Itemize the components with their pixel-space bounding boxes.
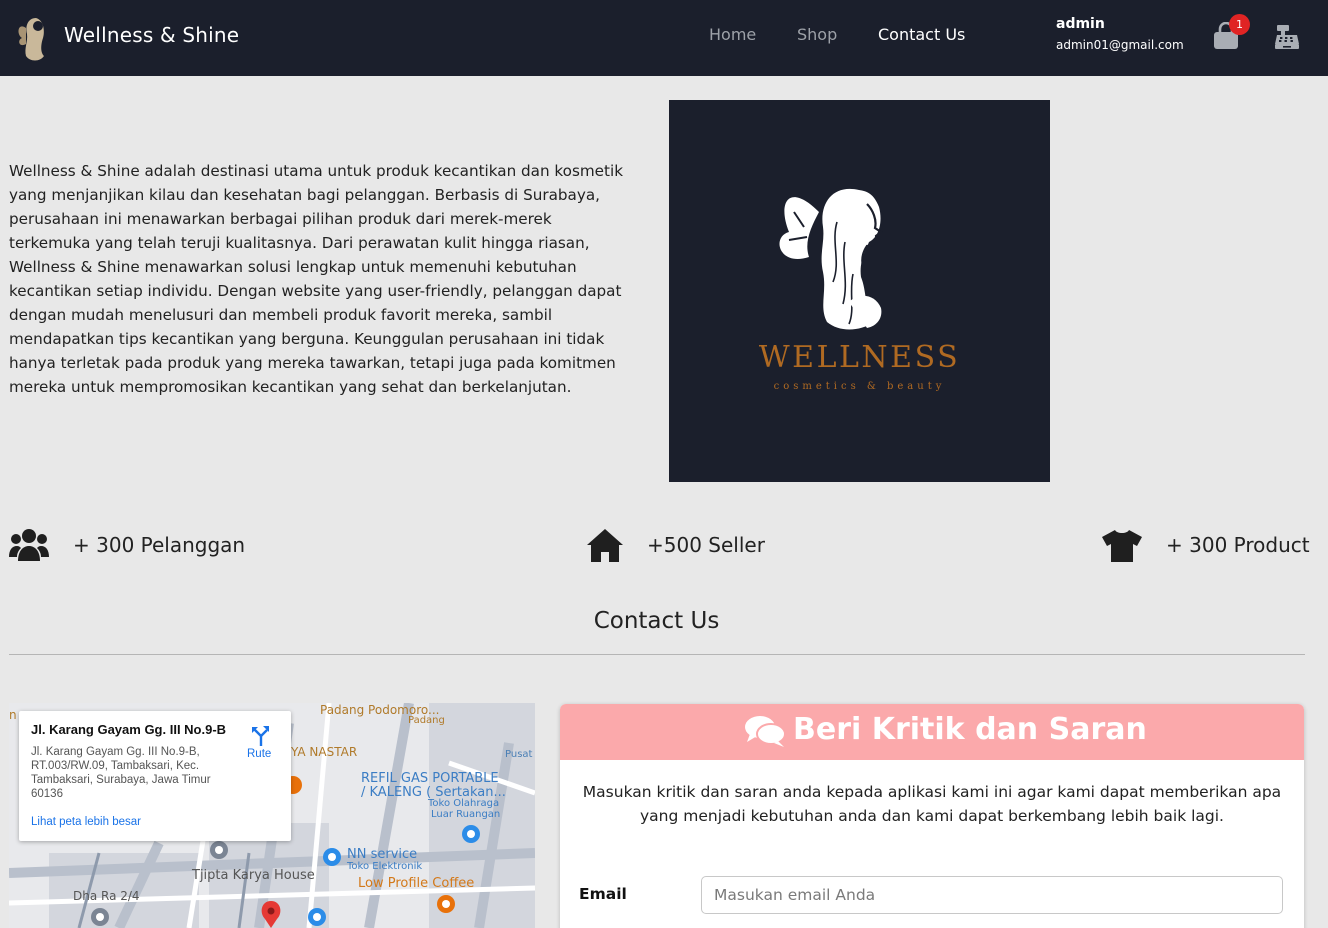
map-route-button[interactable]: Rute [247, 748, 271, 760]
nav-home[interactable]: Home [709, 25, 756, 44]
embedded-map[interactable]: Padang Podomoro... Padang YA NASTAR Pusa… [9, 703, 535, 928]
directions-icon[interactable] [251, 724, 271, 746]
fairy-logo-icon [779, 188, 883, 330]
map-label: NN service [347, 847, 418, 862]
brand-name[interactable]: Wellness & Shine [64, 23, 239, 47]
map-label: Toko Elektronik [347, 861, 423, 872]
about-description: Wellness & Shine adalah destinasi utama … [9, 162, 623, 396]
cart-count-badge: 1 [1229, 14, 1250, 35]
user-name[interactable]: admin [1056, 16, 1105, 32]
map-label: Pusat [505, 749, 533, 760]
map-label: Low Profile Coffee [358, 876, 475, 891]
logo-fairy-icon[interactable] [14, 12, 54, 64]
map-place-title: Jl. Karang Gayam Gg. III No.9-B [31, 722, 227, 737]
feedback-description: Masukan kritik dan saran anda kepada apl… [582, 783, 1282, 825]
home-icon [587, 529, 623, 562]
email-label: Email [579, 885, 627, 903]
divider [9, 654, 1305, 655]
about-logo-image: WELLNESS cosmetics & beauty [669, 100, 1050, 482]
users-icon [9, 529, 49, 561]
logo-wordmark: WELLNESS [758, 340, 961, 375]
map-label: Dha Ra 2/4 [73, 889, 140, 903]
map-label: Luar Ruangan [431, 809, 501, 820]
stat-customers: + 300 Pelanggan [73, 533, 246, 557]
comments-icon [745, 716, 786, 747]
stat-sellers: +500 Seller [647, 533, 765, 557]
logo-tagline: cosmetics & beauty [773, 381, 946, 392]
map-place-address: Jl. Karang Gayam Gg. III No.9-B, RT.003/… [31, 746, 211, 800]
user-email[interactable]: admin01@gmail.com [1056, 38, 1184, 52]
map-place-card: Jl. Karang Gayam Gg. III No.9-B Jl. Kara… [19, 711, 291, 841]
nav-contact-us[interactable]: Contact Us [878, 25, 965, 44]
email-field[interactable] [701, 876, 1283, 914]
stat-products: + 300 Product [1166, 533, 1310, 557]
feedback-header: Beri Kritik dan Saran [560, 704, 1304, 760]
contact-us-heading: Contact Us [593, 608, 720, 634]
cash-register-icon[interactable] [1274, 24, 1300, 50]
tshirt-icon [1102, 530, 1142, 562]
map-label: YA NASTAR [291, 745, 358, 759]
map-label: Padang [408, 715, 445, 726]
map-label: n [9, 708, 17, 722]
map-label: Toko Olahraga [428, 798, 500, 809]
navbar: Wellness & Shine Home Shop Contact Us ad… [0, 0, 1328, 76]
feedback-title: Beri Kritik dan Saran [793, 712, 1147, 747]
feedback-card: Beri Kritik dan Saran Masukan kritik dan… [560, 704, 1304, 928]
view-larger-map-link[interactable]: Lihat peta lebih besar [31, 816, 141, 828]
nav-shop[interactable]: Shop [797, 25, 837, 44]
map-label: Tjipta Karya House [192, 868, 315, 883]
map-label: REFIL GAS PORTABLE [361, 771, 499, 786]
